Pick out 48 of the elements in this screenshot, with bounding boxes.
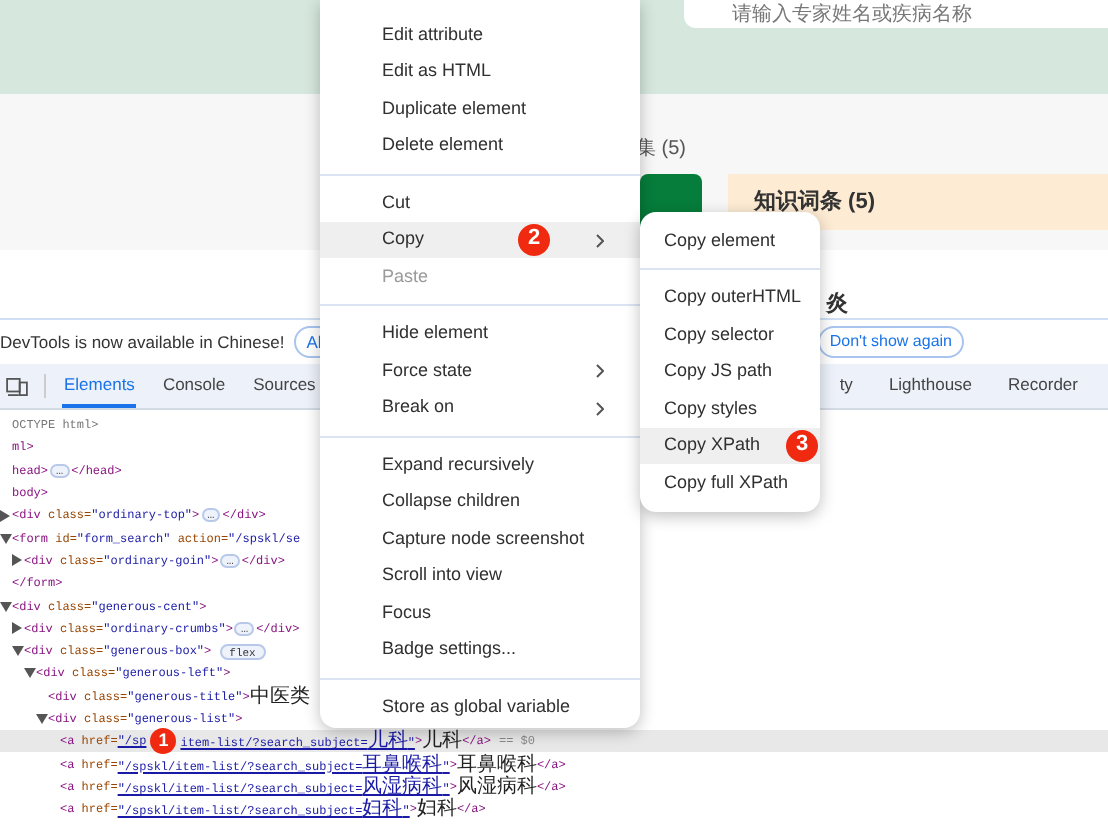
menu-item[interactable]: Edit as HTML <box>320 53 640 90</box>
menu-item[interactable]: Duplicate element <box>320 90 640 127</box>
menu-item[interactable]: Edit attribute <box>320 16 640 53</box>
devtools-tab[interactable]: Lighthouse <box>886 364 975 408</box>
menu-item[interactable]: Store as global variable <box>320 688 640 725</box>
menu-item[interactable]: Copy full XPath <box>640 464 820 501</box>
menu-item[interactable]: Copy XPath 3 <box>640 427 820 464</box>
menu-item[interactable]: Copy element <box>640 222 820 259</box>
devtools-tab[interactable]: Elements <box>62 364 137 408</box>
collapse-arrow-icon[interactable] <box>24 668 36 679</box>
collapse-arrow-icon[interactable] <box>12 646 24 657</box>
node-text: 中医类 <box>249 683 310 712</box>
collapse-arrow-icon[interactable] <box>0 533 12 544</box>
menu-item[interactable]: Expand recursively <box>320 446 640 483</box>
menu-item[interactable]: Copy styles <box>640 390 820 427</box>
menu-item[interactable]: Break on <box>320 389 640 426</box>
card-title: 知识词条 (5) <box>754 187 875 218</box>
devtools-tab[interactable]: ty <box>837 364 855 408</box>
menu-item[interactable]: Copy 2 <box>320 221 640 258</box>
step-number-badge: 3 <box>786 429 818 461</box>
expand-arrow-icon[interactable] <box>12 622 22 635</box>
devtools-tab[interactable]: Sources <box>251 364 318 408</box>
menu-item[interactable]: Copy selector <box>640 316 820 353</box>
node-text: 妇科 <box>416 795 457 825</box>
menu-item[interactable]: Delete element <box>320 127 640 164</box>
devtools-tab[interactable]: Console <box>160 364 228 408</box>
menu-item[interactable]: Scroll into view <box>320 557 640 594</box>
node-text: 儿科 <box>422 727 463 753</box>
menu-item[interactable]: Focus <box>320 594 640 631</box>
node-text: 风湿病科 <box>456 773 537 798</box>
node-text: 耳鼻喉科 <box>456 751 537 776</box>
device-toolbar-icon[interactable] <box>6 377 28 395</box>
step-number-badge: 2 <box>518 223 550 255</box>
step-number-badge: 1 <box>150 728 177 755</box>
expand-arrow-icon[interactable] <box>0 509 10 522</box>
subheading: 炎 <box>826 290 848 318</box>
search-field[interactable]: 请输入专家姓名或疾病名称 <box>684 0 1108 28</box>
menu-item[interactable]: Force state <box>320 352 640 389</box>
devtools-tab[interactable]: Recorder <box>1006 364 1080 408</box>
menu-item[interactable]: Collapse children <box>320 483 640 520</box>
expand-arrow-icon[interactable] <box>12 554 22 567</box>
collapse-arrow-icon[interactable] <box>0 601 12 612</box>
menu-item[interactable]: Capture node screenshot <box>320 520 640 557</box>
menu-item[interactable]: Cut <box>320 184 640 221</box>
menu-item[interactable]: Copy outerHTML <box>640 279 820 316</box>
menu-item[interactable]: Badge settings... <box>320 631 640 668</box>
notice-message: DevTools is now available in Chinese! <box>0 329 285 355</box>
menu-item[interactable]: Copy JS path <box>640 353 820 390</box>
